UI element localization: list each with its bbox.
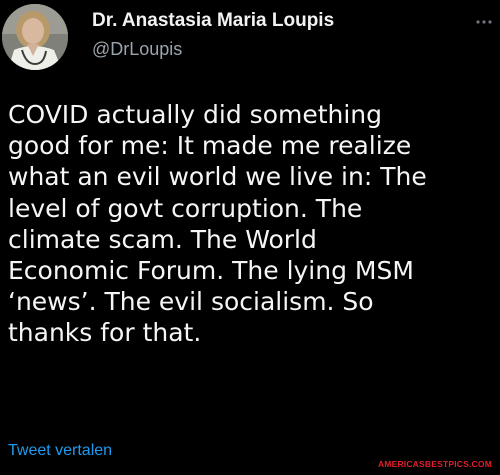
- author-handle[interactable]: @DrLoupis: [92, 39, 334, 59]
- avatar-photo-icon: [2, 4, 68, 70]
- tweet-text-line: climate scam. The World: [8, 224, 317, 254]
- tweet-text: COVID actually did something good for me…: [8, 99, 494, 349]
- translate-tweet-link[interactable]: Tweet vertalen: [8, 442, 112, 460]
- tweet-card: Dr. Anastasia Maria Loupis @DrLoupis COV…: [0, 0, 500, 475]
- author-display-name[interactable]: Dr. Anastasia Maria Loupis: [92, 10, 334, 32]
- tweet-text-line: thanks for that.: [8, 318, 202, 348]
- author-header: Dr. Anastasia Maria Loupis @DrLoupis: [92, 10, 334, 59]
- tweet-text-line: level of govt corruption. The: [8, 193, 363, 223]
- tweet-text-line: what an evil world we live in: The: [8, 162, 427, 192]
- tweet-text-line: good for me: It made me realize: [8, 131, 412, 161]
- avatar[interactable]: [2, 4, 68, 70]
- tweet-text-line: Economic Forum. The lying MSM: [8, 256, 414, 286]
- tweet-text-line: COVID actually did something: [8, 100, 383, 129]
- more-horizontal-icon[interactable]: [474, 14, 494, 24]
- watermark: AMERICASBESTPICS.COM: [377, 459, 492, 469]
- tweet-text-line: ‘news’. The evil socialism. So: [8, 287, 374, 317]
